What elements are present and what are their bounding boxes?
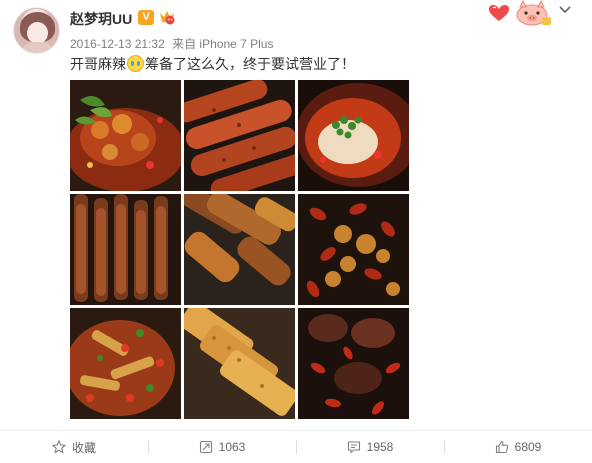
post-actions-bar: 收藏 1063 1958 6809 bbox=[0, 431, 592, 463]
post-meta: 2016-12-13 21:32 来自 iPhone 7 Plus bbox=[70, 35, 273, 52]
comment-count: 1958 bbox=[366, 440, 394, 454]
favorite-button[interactable]: 收藏 bbox=[0, 431, 148, 463]
photo-grilled-shrimp[interactable] bbox=[70, 80, 181, 191]
post-timestamp[interactable]: 2016-12-13 21:32 bbox=[70, 37, 165, 51]
member-level-icon bbox=[160, 11, 175, 25]
pig-sticker-icon bbox=[516, 0, 551, 26]
crying-emoji-icon bbox=[127, 55, 144, 72]
repost-count: 1063 bbox=[218, 440, 246, 454]
repost-icon bbox=[199, 440, 212, 454]
favorite-label: 收藏 bbox=[71, 440, 96, 455]
photo-grilled-tofu[interactable] bbox=[184, 308, 295, 419]
comment-button[interactable]: 1958 bbox=[296, 431, 444, 463]
post-source[interactable]: 来自 iPhone 7 Plus bbox=[172, 37, 273, 51]
like-count: 6809 bbox=[514, 440, 542, 454]
photo-grid bbox=[70, 80, 409, 419]
thumbs-up-icon bbox=[495, 440, 508, 454]
photo-chili-stir-fry[interactable] bbox=[298, 194, 409, 305]
post-text-part-1: 开哥麻辣 bbox=[70, 56, 126, 72]
photo-spicy-dish[interactable] bbox=[70, 308, 181, 419]
photo-grilled-skewers[interactable] bbox=[184, 194, 295, 305]
chevron-down-icon[interactable] bbox=[558, 4, 572, 16]
verified-badge-icon: V bbox=[138, 10, 154, 25]
star-icon bbox=[51, 440, 66, 454]
photo-spicy-fish-bowl[interactable] bbox=[298, 80, 409, 191]
post-text-part-2: 筹备了这么久，终于要试营业了！ bbox=[145, 56, 355, 72]
comment-icon bbox=[347, 441, 360, 454]
photo-grilled-sausages[interactable] bbox=[184, 80, 295, 191]
photo-meat-skewers[interactable] bbox=[70, 194, 181, 305]
avatar[interactable] bbox=[13, 7, 60, 54]
weibo-post-card: 赵梦玥UU V 2016-12-13 21:32 来自 iPhone 7 Plu… bbox=[0, 0, 592, 463]
repost-button[interactable]: 1063 bbox=[148, 431, 296, 463]
heart-sticker-icon bbox=[489, 5, 509, 21]
username[interactable]: 赵梦玥UU bbox=[70, 9, 132, 29]
post-text: 开哥麻辣 筹备了这么久，终于要试营业了！ bbox=[70, 54, 355, 74]
photo-grilled-meat-chili[interactable] bbox=[298, 308, 409, 419]
like-button[interactable]: 6809 bbox=[444, 431, 592, 463]
